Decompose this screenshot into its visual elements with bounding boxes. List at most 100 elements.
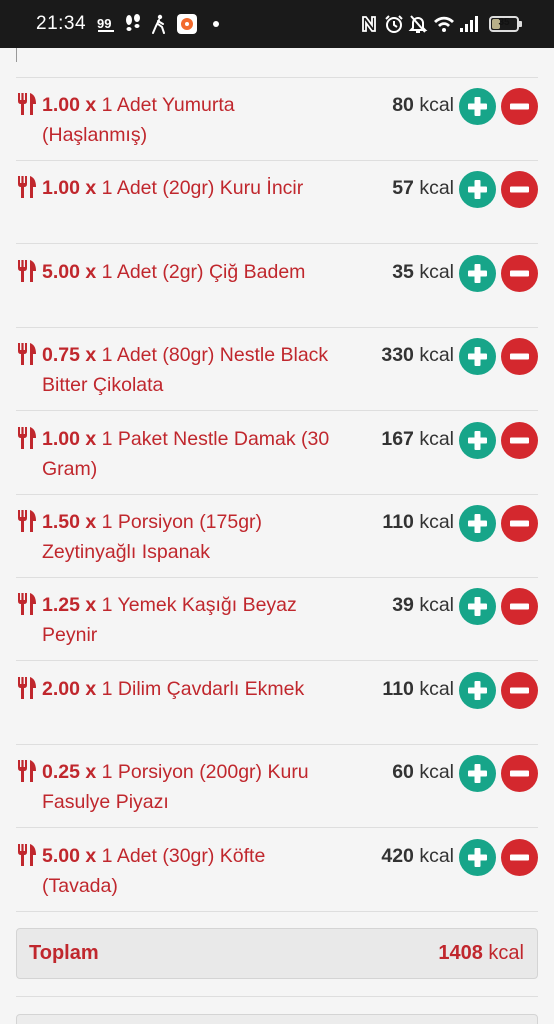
food-kcal-number: 330	[381, 344, 414, 367]
food-quantity: 5.00 x	[42, 844, 97, 867]
decrease-button[interactable]	[501, 505, 538, 542]
alarm-icon	[385, 15, 403, 33]
food-kcal-unit: kcal	[419, 177, 454, 200]
increase-button[interactable]	[459, 421, 496, 459]
food-kcal-unit: kcal	[419, 844, 454, 867]
decrease-button[interactable]	[501, 671, 538, 709]
food-description[interactable]: 0.75 x 1 Adet (80gr) Nestle Black Bitter…	[42, 340, 342, 400]
food-row: 1.00 x 1 Adet Yumurta (Haşlanmış) 80 kcal	[16, 78, 538, 161]
decrease-button[interactable]	[501, 755, 538, 793]
fork-knife-icon	[18, 176, 36, 199]
food-kcal-number: 57	[392, 177, 414, 200]
food-row: 1.00 x 1 Adet (20gr) Kuru İncir 57 kcal	[16, 161, 538, 245]
minus-icon	[510, 437, 529, 444]
food-quantity: 1.50 x	[42, 511, 97, 533]
increase-button[interactable]	[459, 671, 496, 709]
total-kcal-number: 1408	[438, 942, 483, 964]
food-quantity: 1.00 x	[42, 177, 97, 200]
app-flower-icon	[177, 14, 197, 34]
food-description[interactable]: 0.25 x 1 Porsiyon (200gr) Kuru Fasulye P…	[42, 757, 342, 817]
food-kcal: 330 kcal	[381, 340, 454, 370]
food-name: 1 Adet (20gr) Kuru İncir	[101, 177, 304, 200]
food-kcal: 110 kcal	[382, 674, 454, 704]
walking-icon	[152, 14, 165, 34]
plus-icon	[468, 514, 487, 533]
food-row: 5.00 x 1 Adet (2gr) Çiğ Badem 35 kcal	[16, 245, 538, 328]
fork-knife-icon	[18, 593, 36, 616]
food-description[interactable]: 1.00 x 1 Adet Yumurta (Haşlanmış)	[42, 90, 342, 150]
food-kcal-unit: kcal	[419, 761, 454, 784]
status-bar: 21:34 99 35	[0, 0, 554, 48]
increase-button[interactable]	[459, 588, 496, 626]
minus-icon	[510, 186, 529, 193]
increase-button[interactable]	[459, 171, 496, 209]
quote-badge-icon: 99	[97, 16, 114, 32]
increase-button[interactable]	[459, 505, 496, 542]
food-description[interactable]: 1.25 x 1 Yemek Kaşığı Beyaz Peynir	[42, 590, 342, 650]
food-kcal-unit: kcal	[419, 260, 454, 283]
food-name: 1 Adet (2gr) Çiğ Badem	[101, 260, 306, 283]
food-quantity: 0.75 x	[42, 344, 97, 367]
food-quantity: 1.00 x	[42, 427, 97, 450]
food-description[interactable]: 5.00 x 1 Adet (30gr) Köfte (Tavada)	[42, 841, 342, 901]
increase-button[interactable]	[459, 838, 496, 876]
battery-cap	[519, 21, 522, 27]
plus-icon	[468, 597, 487, 617]
fork-knife-icon	[18, 676, 36, 699]
food-row: 0.25 x 1 Porsiyon (200gr) Kuru Fasulye P…	[16, 745, 538, 829]
signal-icon	[460, 16, 478, 32]
food-description[interactable]: 2.00 x 1 Dilim Çavdarlı Ekmek	[42, 674, 342, 704]
battery-icon: 35	[489, 16, 519, 32]
food-kcal: 80 kcal	[392, 90, 454, 120]
decrease-button[interactable]	[501, 421, 538, 459]
battery-percent: 35	[498, 17, 510, 28]
fork-knife-icon	[18, 259, 36, 282]
food-kcal-number: 110	[382, 511, 414, 533]
decrease-button[interactable]	[501, 88, 538, 125]
plus-icon	[468, 847, 487, 867]
food-kcal-unit: kcal	[419, 94, 454, 116]
decrease-button[interactable]	[501, 171, 538, 209]
decrease-button[interactable]	[501, 838, 538, 876]
increase-button[interactable]	[459, 755, 496, 793]
decrease-button[interactable]	[501, 588, 538, 626]
total-bar: Toplam 1408 kcal	[16, 928, 538, 979]
minus-icon	[510, 603, 529, 610]
next-card-edge	[16, 1014, 538, 1024]
increase-button[interactable]	[459, 338, 496, 376]
plus-icon	[468, 97, 487, 116]
scroll-edge-marker	[16, 48, 17, 62]
increase-button[interactable]	[459, 254, 496, 292]
decrease-button[interactable]	[501, 338, 538, 376]
increase-button[interactable]	[459, 88, 496, 125]
food-kcal-number: 35	[392, 260, 414, 283]
minus-icon	[510, 353, 529, 360]
food-name: 1 Dilim Çavdarlı Ekmek	[101, 677, 305, 700]
plus-icon	[468, 430, 487, 450]
food-kcal: 110 kcal	[382, 507, 454, 537]
fork-knife-icon	[18, 343, 36, 366]
food-description[interactable]: 1.00 x 1 Adet (20gr) Kuru İncir	[42, 173, 342, 203]
fork-knife-icon	[18, 843, 36, 866]
food-description[interactable]: 5.00 x 1 Adet (2gr) Çiğ Badem	[42, 257, 342, 287]
food-kcal-unit: kcal	[419, 511, 454, 533]
minus-icon	[510, 103, 529, 110]
nfc-icon	[362, 16, 376, 32]
food-kcal-unit: kcal	[419, 677, 454, 700]
plus-icon	[468, 347, 487, 367]
food-kcal: 39 kcal	[392, 590, 454, 620]
fork-knife-icon	[18, 93, 36, 115]
food-row: 2.00 x 1 Dilim Çavdarlı Ekmek 110 kcal	[16, 662, 538, 745]
food-kcal: 167 kcal	[381, 424, 454, 454]
food-kcal: 35 kcal	[392, 257, 454, 287]
meal-list-screen: 1.00 x 1 Adet Yumurta (Haşlanmış) 80 kcal…	[0, 48, 554, 1024]
food-description[interactable]: 1.50 x 1 Porsiyon (175gr) Zeytinyağlı Is…	[42, 507, 342, 567]
fork-knife-icon	[18, 760, 36, 783]
fork-knife-icon	[18, 510, 36, 532]
decrease-button[interactable]	[501, 254, 538, 292]
food-kcal: 60 kcal	[392, 757, 454, 787]
svg-text:99: 99	[97, 16, 111, 31]
plus-icon	[468, 764, 487, 784]
food-description[interactable]: 1.00 x 1 Paket Nestle Damak (30 Gram)	[42, 424, 342, 484]
plus-icon	[468, 180, 487, 200]
